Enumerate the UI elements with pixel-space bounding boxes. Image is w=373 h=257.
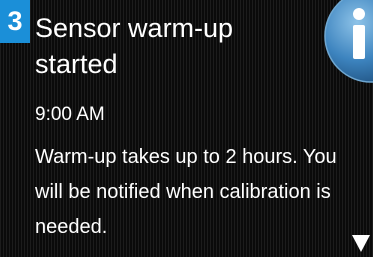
info-icon[interactable] xyxy=(323,0,373,84)
scroll-down-arrow-icon[interactable] xyxy=(352,235,370,252)
step-number-badge: 3 xyxy=(0,0,30,43)
notification-screen: 3 Sensor warm-up started 9:00 AM Warm-up… xyxy=(0,0,373,257)
notification-time: 9:00 AM xyxy=(35,104,105,125)
notification-message: Warm-up takes up to 2 hours. You will be… xyxy=(35,146,337,238)
notification-title: Sensor warm-up started xyxy=(35,13,234,79)
